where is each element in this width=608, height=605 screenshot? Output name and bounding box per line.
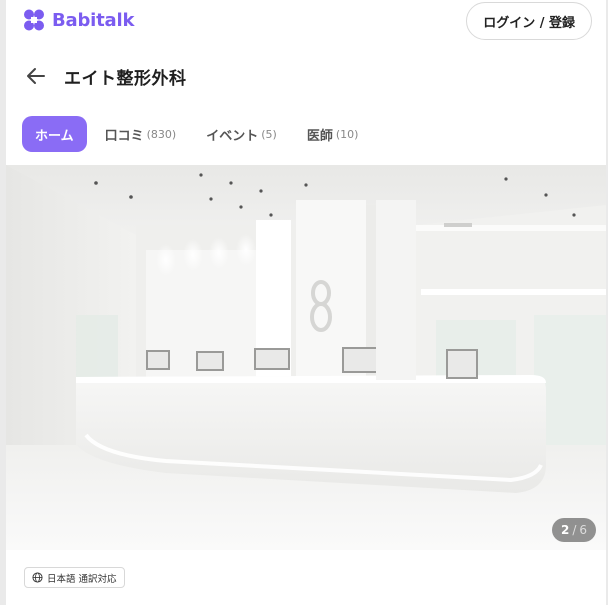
clinic-reception-photo [6,165,606,550]
tab-reviews[interactable]: 口コミ (830) [93,116,189,152]
babitalk-logo[interactable]: Babitalk [22,8,134,32]
tab-bar: ホーム 口コミ (830) イベント (5) 医師 (10) [22,116,370,152]
tab-doctors-count: (10) [335,127,359,141]
tab-doctors-label: 医師 [306,128,333,144]
brand-name: Babitalk [52,9,135,31]
back-arrow-icon[interactable] [24,64,48,88]
title-row: エイト整形外科 [6,58,606,94]
gallery-current-index: 2 [560,523,570,537]
top-header: Babitalk ログイン / 登録 [6,0,606,44]
tab-home-label: ホーム [35,128,74,144]
gallery-page-counter: 2 / 6 [551,518,596,542]
tab-events[interactable]: イベント (5) [194,116,289,152]
tab-reviews-count: (830) [146,127,177,141]
babitalk-logo-icon [24,9,44,31]
badge-label: 日本語 通訳対応 [47,573,117,585]
clinic-photo-gallery[interactable]: 2 / 6 [6,165,606,550]
gallery-total: 6 [579,523,587,537]
tab-events-count: (5) [261,127,277,141]
japanese-interpretation-badge: 日本語 通訳対応 [24,567,125,588]
globe-icon [32,572,43,583]
tab-reviews-label: 口コミ [104,128,144,144]
tab-home[interactable]: ホーム [22,116,87,152]
tab-events-label: イベント [206,128,259,144]
gallery-separator: / [572,523,577,537]
login-register-button[interactable]: ログイン / 登録 [466,2,592,40]
tab-doctors[interactable]: 医師 (10) [295,116,371,152]
clinic-title: エイト整形外科 [64,68,187,89]
